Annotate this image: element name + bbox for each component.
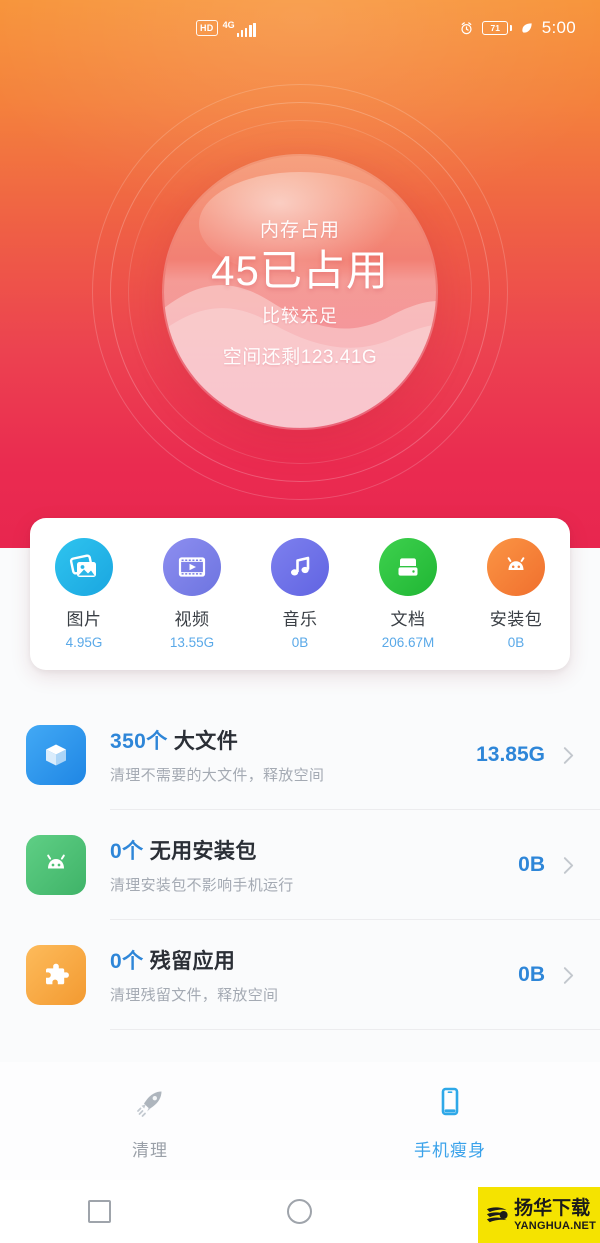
category-label: 文档 (390, 610, 426, 629)
watermark-logo-icon (486, 1207, 508, 1223)
music-icon (271, 538, 329, 596)
list-item-desc: 清理残留文件，释放空间 (110, 987, 279, 1004)
tab-phone-slimming[interactable]: 手机瘦身 (300, 1081, 600, 1161)
gauge-status-text: 比较充足 (262, 305, 338, 326)
list-item-count: 350个 (110, 730, 168, 753)
hero-gradient-header: 内存占用 45已占用 比较充足 空间还剩123.41G (0, 0, 600, 548)
list-item-name: 无用安装包 (149, 840, 257, 863)
watermark-text: 扬华下载 YANGHUA.NET (514, 1199, 596, 1232)
cleaner-app-screen: 内存占用 45已占用 比较充足 空间还剩123.41G HD 4G 71 5:0… (0, 0, 600, 1243)
network-type-label: 4G (222, 19, 235, 30)
category-label: 视频 (174, 610, 210, 629)
clock-label: 5:00 (541, 18, 576, 37)
alarm-clock-icon (461, 21, 472, 34)
puzzle-piece-icon (26, 945, 86, 1005)
chevron-right-icon[interactable] (563, 856, 574, 875)
tab-label: 手机瘦身 (414, 1141, 486, 1160)
storage-gauge[interactable]: 内存占用 45已占用 比较充足 空间还剩123.41G (90, 82, 510, 502)
category-item-photos[interactable]: 图片 4.95G (36, 538, 132, 650)
list-item-title: 0个 无用安装包 (110, 840, 257, 863)
list-item-text: 0个 残留应用 清理残留文件，释放空间 (110, 945, 518, 1005)
bottom-tab-bar: 清理 手机瘦身 (0, 1062, 600, 1180)
cleanup-list: 350个 大文件 清理不需要的大文件，释放空间 13.85G 0个 无用安装包 … (0, 700, 600, 1030)
square-recents-icon[interactable] (88, 1200, 111, 1223)
hd-badge-icon: HD (196, 20, 218, 36)
status-bar: HD 4G 71 5:00 (0, 0, 600, 56)
list-item-text: 350个 大文件 清理不需要的大文件，释放空间 (110, 725, 476, 785)
gauge-label: 内存占用 (259, 220, 340, 242)
category-size: 0B (291, 635, 309, 650)
android-package-icon (487, 538, 545, 596)
list-item-desc: 清理安装包不影响手机运行 (110, 877, 294, 894)
watermark-en-label: YANGHUA.NET (514, 1219, 596, 1232)
signal-bars-icon: 4G (223, 20, 256, 37)
phone-icon (441, 1087, 459, 1116)
watermark: 扬华下载 YANGHUA.NET (478, 1187, 600, 1243)
list-item-large-files[interactable]: 350个 大文件 清理不需要的大文件，释放空间 13.85G (0, 700, 600, 810)
android-robot-icon (26, 835, 86, 895)
list-divider (110, 1029, 600, 1030)
gauge-text-group: 内存占用 45已占用 比较充足 空间还剩123.41G (90, 82, 510, 502)
category-size: 0B (507, 635, 525, 650)
list-item-title: 350个 大文件 (110, 730, 238, 753)
list-item-count: 0个 (110, 840, 144, 863)
chevron-right-icon[interactable] (563, 966, 574, 985)
leaf-icon (522, 23, 532, 33)
cube-box-icon (26, 725, 86, 785)
category-label: 音乐 (282, 610, 318, 629)
list-item-desc: 清理不需要的大文件，释放空间 (110, 767, 325, 784)
list-item-text: 0个 无用安装包 清理安装包不影响手机运行 (110, 835, 518, 895)
battery-level-label: 71 (490, 22, 500, 33)
category-item-package[interactable]: 安装包 0B (468, 538, 564, 650)
gauge-main-value: 45已占用 (211, 247, 389, 295)
category-label: 图片 (66, 610, 102, 629)
category-size: 4.95G (65, 635, 103, 650)
status-bar-right: 71 5:00 (459, 18, 576, 38)
list-item-value: 13.85G (476, 743, 545, 766)
category-size: 13.55G (169, 635, 215, 650)
watermark-cn-label: 扬华下载 (514, 1197, 591, 1219)
circle-home-icon[interactable] (287, 1199, 312, 1224)
list-item-name: 大文件 (173, 730, 239, 753)
status-bar-left: HD 4G (196, 20, 256, 37)
category-item-video[interactable]: 视频 13.55G (144, 538, 240, 650)
category-label: 安装包 (489, 610, 543, 629)
category-item-document[interactable]: 文档 206.67M (360, 538, 456, 650)
rocket-icon (137, 1091, 162, 1117)
gauge-free-space: 空间还剩123.41G (222, 346, 378, 368)
signal-strength-bars (236, 22, 256, 37)
tab-clean[interactable]: 清理 (0, 1081, 300, 1161)
category-size: 206.67M (381, 635, 435, 650)
battery-icon: 71 (482, 21, 512, 35)
list-item-name: 残留应用 (149, 950, 236, 973)
list-item-value: 0B (518, 963, 545, 986)
chevron-right-icon[interactable] (563, 746, 574, 765)
tab-label: 清理 (132, 1141, 168, 1160)
list-item-useless-packages[interactable]: 0个 无用安装包 清理安装包不影响手机运行 0B (0, 810, 600, 920)
video-icon (163, 538, 221, 596)
list-item-residual-apps[interactable]: 0个 残留应用 清理残留文件，释放空间 0B (0, 920, 600, 1030)
category-card: 图片 4.95G 视频 13.55G 音乐 0B 文档 206.67M 安装包 … (30, 518, 570, 670)
document-drive-icon (379, 538, 437, 596)
category-item-music[interactable]: 音乐 0B (252, 538, 348, 650)
list-item-count: 0个 (110, 950, 144, 973)
list-item-value: 0B (518, 853, 545, 876)
photos-icon (55, 538, 113, 596)
list-item-title: 0个 残留应用 (110, 950, 235, 973)
